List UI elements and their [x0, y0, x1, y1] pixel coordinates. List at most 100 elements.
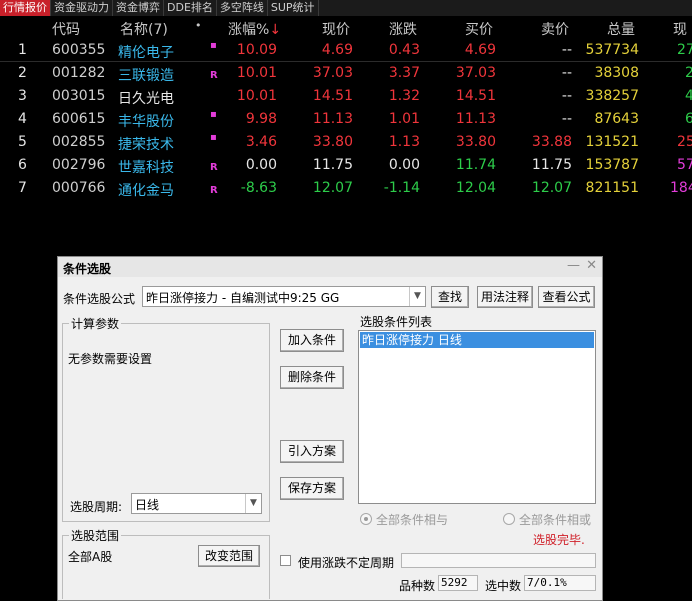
- minimize-icon[interactable]: —: [567, 258, 580, 273]
- header-now[interactable]: 现: [673, 19, 687, 39]
- price: 37.03: [312, 65, 353, 81]
- params-group-label: 计算参数: [69, 315, 122, 332]
- formula-select[interactable]: 昨日涨停接力 - 自编测试中9:25 GG ▼: [142, 286, 426, 307]
- tab-bull-bear[interactable]: 多空阵线: [217, 0, 268, 16]
- dialog-titlebar[interactable]: 条件选股 — ✕: [58, 257, 602, 277]
- price: 12.07: [312, 180, 353, 196]
- header-code[interactable]: 代码: [52, 19, 80, 39]
- find-button[interactable]: 查找: [431, 286, 469, 308]
- price: 4.69: [321, 42, 353, 58]
- tab-fund-game[interactable]: 资金博弈: [113, 0, 164, 16]
- range-group-label: 选股范围: [69, 527, 122, 544]
- marker-dot: ▪: [210, 109, 217, 120]
- selected-label: 选中数: [485, 579, 522, 593]
- header-volume[interactable]: 总量: [607, 19, 635, 39]
- stock-code: 002796: [52, 157, 106, 173]
- change: 1.32: [388, 88, 420, 104]
- table-row[interactable]: 1 600355 精伦电子 ▪ 10.09 4.69 0.43 4.69 -- …: [0, 40, 692, 62]
- change-range-button[interactable]: 改变范围: [198, 545, 260, 567]
- delete-condition-button[interactable]: 删除条件: [280, 366, 344, 389]
- pct-change: 10.01: [236, 65, 277, 81]
- period-value: 日线: [135, 498, 160, 512]
- tab-fund-drive[interactable]: 资金驱动力: [51, 0, 113, 16]
- bid-price: 37.03: [455, 65, 496, 81]
- condition-list-item[interactable]: 昨日涨停接力 日线: [360, 332, 594, 348]
- marker-dot: ▪: [210, 40, 217, 51]
- bid-price: 12.04: [455, 180, 496, 196]
- count-value: 5292: [438, 575, 478, 591]
- table-row[interactable]: 7 000766 通化金马 R -8.63 12.07 -1.14 12.04 …: [0, 178, 692, 200]
- period-select[interactable]: 日线 ▼: [131, 493, 262, 514]
- table-row[interactable]: 4 600615 丰华股份 ▪ 9.98 11.13 1.01 11.13 --…: [0, 109, 692, 131]
- stock-code: 003015: [52, 88, 106, 104]
- table-row[interactable]: 2 001282 三联锻造 R 10.01 37.03 3.37 37.03 -…: [0, 63, 692, 85]
- pct-change: 9.98: [245, 111, 277, 127]
- stock-code: 000766: [52, 180, 106, 196]
- volume: 38308: [594, 65, 639, 81]
- now-volume: 57: [677, 157, 692, 173]
- ask-price: --: [561, 65, 572, 81]
- pct-change: 0.00: [245, 157, 277, 173]
- import-scheme-button[interactable]: 引入方案: [280, 440, 344, 463]
- formula-label: 条件选股公式: [63, 292, 136, 306]
- usage-notes-button[interactable]: 用法注释: [477, 286, 533, 308]
- ask-price: 12.07: [531, 180, 572, 196]
- header-bid[interactable]: 买价: [465, 19, 493, 39]
- bid-price: 4.69: [464, 42, 496, 58]
- close-icon[interactable]: ✕: [586, 258, 597, 273]
- top-tab-bar: 行情报价 资金驱动力 资金博弈 DDE排名 多空阵线 SUP统计: [0, 0, 692, 16]
- tab-quote[interactable]: 行情报价: [0, 0, 51, 16]
- change: 1.13: [388, 134, 420, 150]
- table-row[interactable]: 5 002855 捷荣技术 ▪ 3.46 33.80 1.13 33.80 33…: [0, 132, 692, 154]
- now-volume: 4: [685, 88, 692, 104]
- selected-value: 7/0.1%: [524, 575, 596, 591]
- row-index: 1: [18, 42, 27, 58]
- add-condition-button[interactable]: 加入条件: [280, 329, 344, 352]
- ask-price: --: [561, 111, 572, 127]
- pct-change: 3.46: [245, 134, 277, 150]
- radio-or-label: 全部条件相或: [519, 513, 592, 527]
- fluctuating-period-checkbox[interactable]: [280, 555, 291, 566]
- now-volume: 25: [677, 134, 692, 150]
- table-row[interactable]: 6 002796 世嘉科技 R 0.00 11.75 0.00 11.74 11…: [0, 155, 692, 177]
- row-index: 7: [18, 180, 27, 196]
- dialog-title: 条件选股: [63, 262, 112, 276]
- tab-sup-stats[interactable]: SUP统计: [268, 0, 319, 16]
- radio-all-and[interactable]: 全部条件相与: [360, 511, 448, 528]
- range-group: 选股范围 全部A股 改变范围: [62, 527, 270, 599]
- range-value: 全部A股: [68, 550, 113, 564]
- now-volume: 2: [685, 65, 692, 81]
- now-volume: 27: [677, 42, 692, 58]
- save-scheme-button[interactable]: 保存方案: [280, 477, 344, 500]
- bid-price: 33.80: [455, 134, 496, 150]
- stock-name: 日久光电: [118, 91, 174, 107]
- view-formula-button[interactable]: 查看公式: [538, 286, 595, 308]
- header-dot: •: [195, 19, 202, 32]
- header-name[interactable]: 名称(7): [120, 19, 168, 39]
- stock-name: 捷荣技术: [118, 137, 174, 153]
- condition-list[interactable]: 昨日涨停接力 日线: [358, 330, 596, 504]
- volume: 131521: [585, 134, 639, 150]
- bid-price: 11.13: [455, 111, 496, 127]
- condition-stock-picker-dialog: 条件选股 — ✕ 条件选股公式 昨日涨停接力 - 自编测试中9:25 GG ▼ …: [57, 256, 603, 601]
- table-row[interactable]: 3 003015 日久光电 10.01 14.51 1.32 14.51 -- …: [0, 86, 692, 108]
- chevron-down-icon[interactable]: ▼: [245, 494, 261, 513]
- stock-name: 精伦电子: [118, 45, 174, 61]
- bid-price: 11.74: [455, 157, 496, 173]
- header-pct[interactable]: 涨幅%↓: [228, 19, 281, 39]
- header-price[interactable]: 现价: [322, 19, 350, 39]
- formula-value: 昨日涨停接力 - 自编测试中9:25 GG: [146, 291, 340, 305]
- change: 0.00: [388, 157, 420, 173]
- row-index: 4: [18, 111, 27, 127]
- radio-all-or[interactable]: 全部条件相或: [503, 511, 591, 528]
- tab-dde-rank[interactable]: DDE排名: [164, 0, 217, 16]
- change: 3.37: [388, 65, 420, 81]
- chevron-down-icon[interactable]: ▼: [409, 287, 425, 306]
- header-change[interactable]: 涨跌: [389, 19, 417, 39]
- pct-change: -8.63: [240, 180, 277, 196]
- sort-desc-icon: ↓: [269, 22, 282, 38]
- stock-name: 丰华股份: [118, 114, 174, 130]
- header-ask[interactable]: 卖价: [541, 19, 569, 39]
- ask-price: 11.75: [531, 157, 572, 173]
- change: -1.14: [383, 180, 420, 196]
